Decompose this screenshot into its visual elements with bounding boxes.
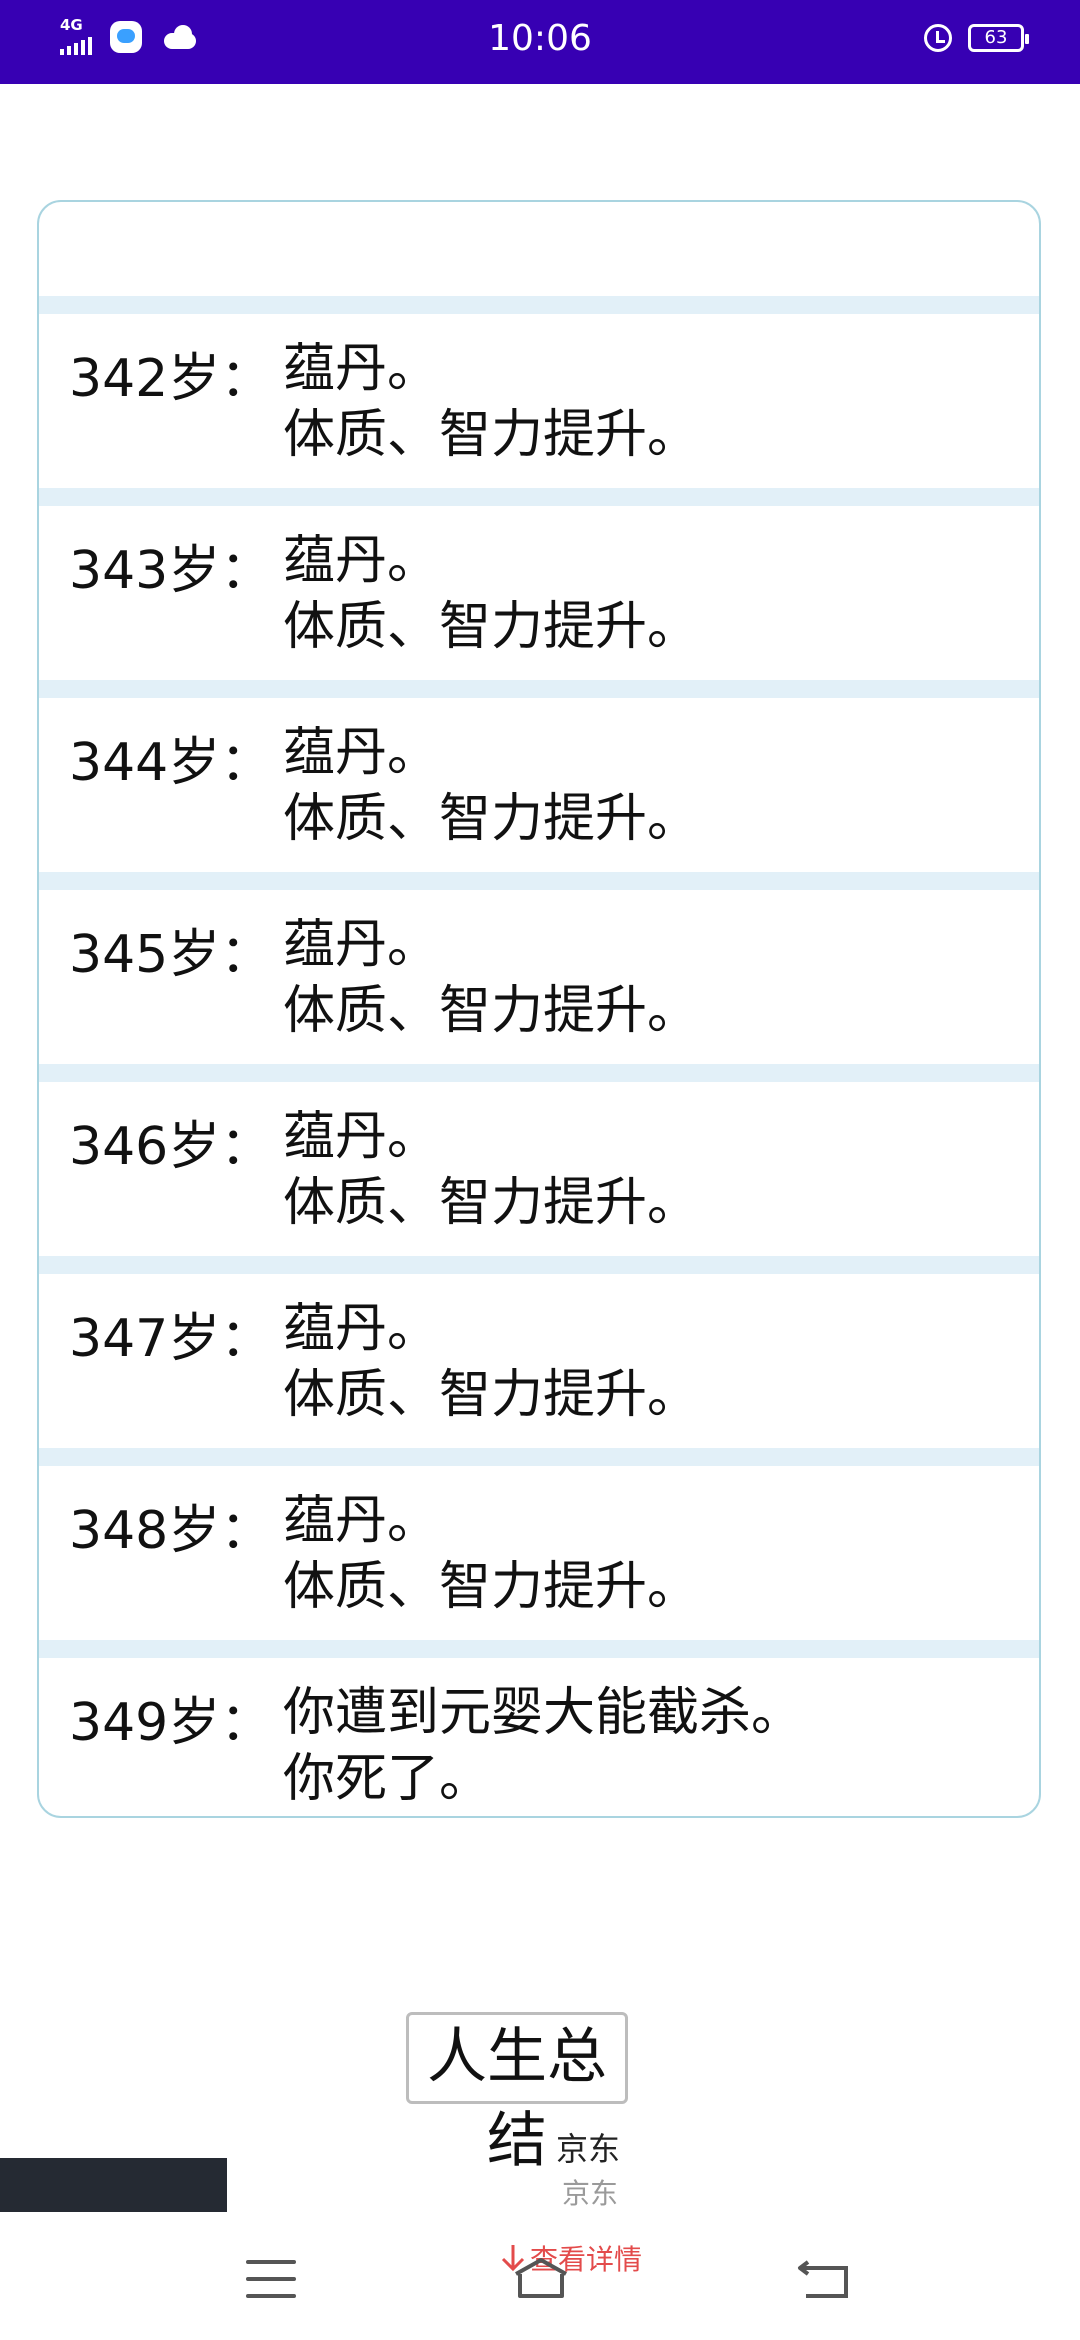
event-row: 347岁： 蕴丹。 体质、智力提升。 — [39, 1274, 1039, 1466]
battery-icon: 63 — [968, 24, 1029, 52]
back-icon[interactable] — [796, 2260, 854, 2300]
event-line: 蕴丹。 — [283, 915, 440, 975]
event-age: 349岁： — [69, 1693, 273, 1753]
event-row: 343岁： 蕴丹。 体质、智力提升。 — [39, 506, 1039, 698]
event-row: 348岁： 蕴丹。 体质、智力提升。 — [39, 1466, 1039, 1658]
ad-brand[interactable]: 京东 — [556, 2124, 620, 2170]
event-row: 344岁： 蕴丹。 体质、智力提升。 — [39, 698, 1039, 890]
event-text: 蕴丹。 体质、智力提升。 — [283, 912, 699, 1044]
event-age: 345岁： — [69, 925, 273, 985]
event-line: 你遭到元婴大能截杀。 — [283, 1683, 804, 1743]
event-age: 344岁： — [69, 733, 273, 793]
event-line: 体质、智力提升。 — [283, 981, 700, 1041]
ad-image[interactable] — [0, 2158, 227, 2212]
event-line: 体质、智力提升。 — [283, 1557, 700, 1617]
event-line: 体质、智力提升。 — [283, 1365, 700, 1425]
event-row: 体质、智力提升。 — [39, 202, 1039, 314]
life-summary-button[interactable]: 人生总结 — [406, 2012, 628, 2176]
status-right: 63 — [924, 24, 1029, 52]
event-age: 346岁： — [69, 1117, 273, 1177]
event-text: 蕴丹。 体质、智力提升。 — [283, 528, 699, 660]
event-line: 体质、智力提升。 — [283, 597, 700, 657]
event-line: 体质、智力提升。 — [283, 405, 700, 465]
event-line: 蕴丹。 — [283, 531, 440, 591]
alarm-icon — [924, 24, 952, 52]
event-row: 349岁： 你遭到元婴大能截杀。 你死了。 — [39, 1658, 1039, 1816]
event-text: 蕴丹。 体质、智力提升。 — [283, 1296, 699, 1428]
event-age: 343岁： — [69, 541, 273, 601]
event-text: 你遭到元婴大能截杀。 你死了。 — [283, 1680, 803, 1812]
ad-brand-sub[interactable]: 京东 — [562, 2172, 618, 2212]
event-line: 体质、智力提升。 — [283, 202, 699, 210]
event-text: 蕴丹。 体质、智力提升。 — [283, 1488, 699, 1620]
event-row: 345岁： 蕴丹。 体质、智力提升。 — [39, 890, 1039, 1082]
status-time: 10:06 — [488, 18, 592, 59]
event-row: 346岁： 蕴丹。 体质、智力提升。 — [39, 1082, 1039, 1274]
event-line: 蕴丹。 — [283, 723, 440, 783]
event-list: 体质、智力提升。 342岁： 蕴丹。 体质、智力提升。 343岁： 蕴丹。 体质… — [39, 202, 1039, 1816]
event-line: 你死了。 — [283, 1749, 492, 1809]
event-text: 蕴丹。 体质、智力提升。 — [283, 336, 699, 468]
event-line: 蕴丹。 — [283, 1299, 440, 1359]
system-nav-bar — [0, 2230, 1080, 2340]
event-age: 347岁： — [69, 1309, 273, 1369]
event-row: 342岁： 蕴丹。 体质、智力提升。 — [39, 314, 1039, 506]
home-icon[interactable] — [512, 2256, 570, 2300]
event-text: 体质、智力提升。 — [283, 202, 699, 210]
event-log-panel[interactable]: 体质、智力提升。 342岁： 蕴丹。 体质、智力提升。 343岁： 蕴丹。 体质… — [37, 200, 1041, 1818]
battery-level: 63 — [984, 27, 1008, 48]
event-text: 蕴丹。 体质、智力提升。 — [283, 1104, 699, 1236]
event-line: 体质、智力提升。 — [283, 1173, 700, 1233]
status-bar: 4G 10:06 63 — [0, 0, 1080, 84]
event-line: 蕴丹。 — [283, 1107, 440, 1167]
event-line: 体质、智力提升。 — [283, 789, 700, 849]
event-text: 蕴丹。 体质、智力提升。 — [283, 720, 699, 852]
event-age: 342岁： — [69, 349, 273, 409]
event-age: 348岁： — [69, 1501, 273, 1561]
event-line: 蕴丹。 — [283, 339, 440, 399]
event-line: 蕴丹。 — [283, 1491, 440, 1551]
menu-icon[interactable] — [246, 2260, 296, 2298]
